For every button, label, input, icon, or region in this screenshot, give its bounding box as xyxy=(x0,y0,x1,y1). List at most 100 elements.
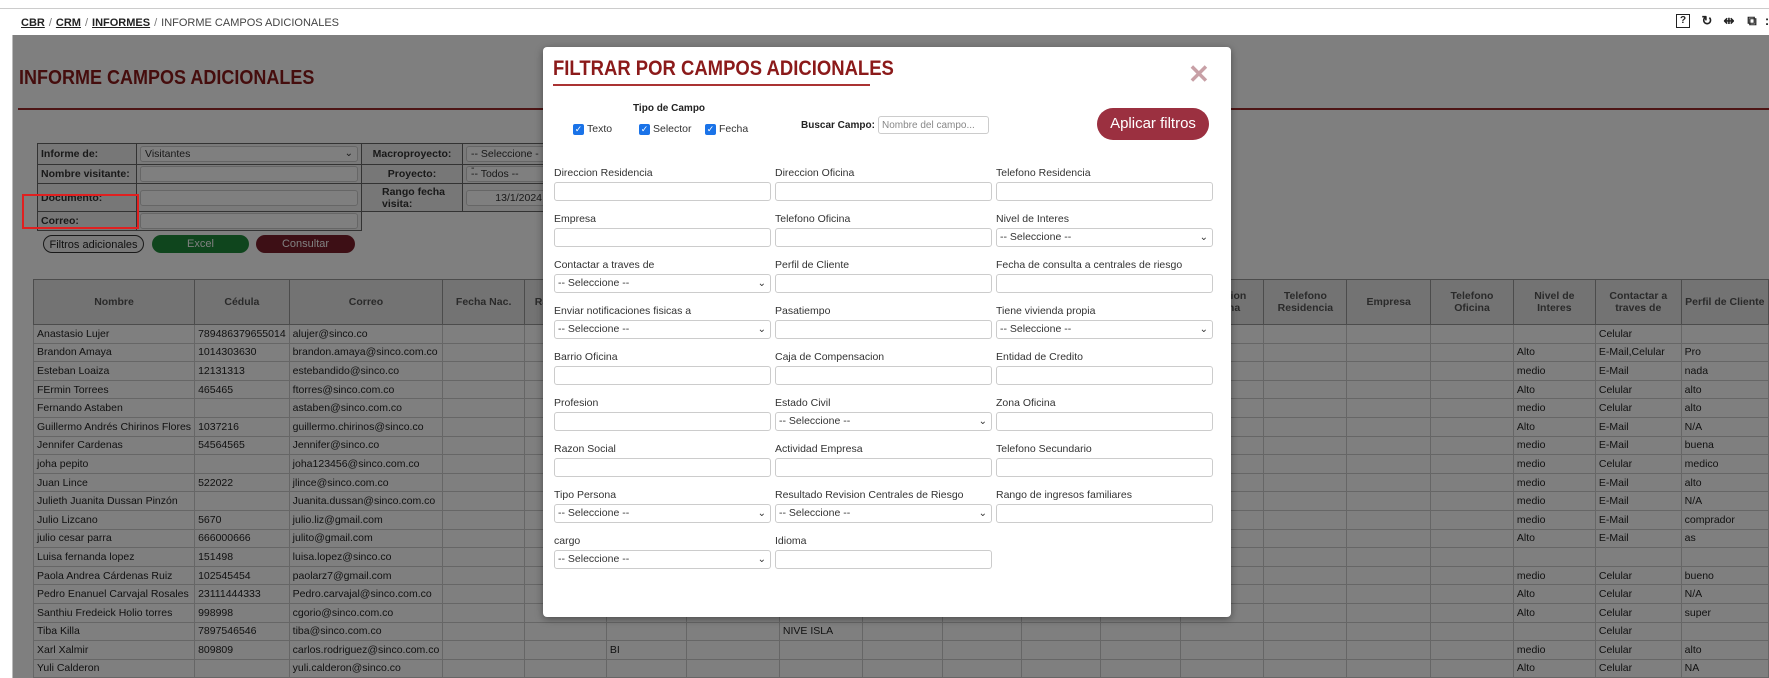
chevron-down-icon: ⌄ xyxy=(1199,324,1208,335)
chevron-down-icon: ⌄ xyxy=(978,416,987,427)
split-icon[interactable]: ⇹ xyxy=(1722,14,1736,28)
field-label: Pasatiempo xyxy=(775,305,831,317)
field-select[interactable]: -- Seleccione -- ⌄ xyxy=(554,550,771,569)
field-label: Empresa xyxy=(554,213,597,225)
breadcrumb-current: INFORME CAMPOS ADICIONALES xyxy=(161,17,340,29)
field-label: Direccion Residencia xyxy=(554,167,653,179)
select-value: -- Seleccione -- xyxy=(1000,323,1072,335)
breadcrumb-crm[interactable]: CRM xyxy=(56,17,81,29)
chevron-down-icon: ⌄ xyxy=(757,324,766,335)
field-label: Enviar notificaciones fisicas a xyxy=(554,305,692,317)
field-input[interactable] xyxy=(996,504,1213,523)
chevron-down-icon: ⌄ xyxy=(978,508,987,519)
field-input[interactable] xyxy=(996,182,1213,201)
field-label: Tiene vivienda propia xyxy=(996,305,1096,317)
tipo-campo-label: Tipo de Campo xyxy=(633,103,706,114)
field-input[interactable] xyxy=(775,458,992,477)
field-input[interactable] xyxy=(775,366,992,385)
field-label: Estado Civil xyxy=(775,397,831,409)
help-icon[interactable]: ? xyxy=(1676,14,1690,28)
field-label: Caja de Compensacion xyxy=(775,351,885,363)
select-value: -- Seleccione -- xyxy=(558,323,630,335)
field-label: Rango de ingresos familiares xyxy=(996,489,1132,501)
chevron-down-icon: ⌄ xyxy=(757,508,766,519)
breadcrumb: CBR / CRM / INFORMES / INFORME CAMPOS ADICIONA… xyxy=(21,17,339,29)
breadcrumb-informes[interactable]: INFORMES xyxy=(92,17,150,29)
buscar-campo-input[interactable]: Nombre del campo... xyxy=(878,116,989,134)
field-input[interactable] xyxy=(554,228,771,247)
checkbox-fecha[interactable]: ✓ Fecha xyxy=(705,123,748,135)
field-select[interactable]: -- Seleccione -- ⌄ xyxy=(554,274,771,293)
breadcrumb-separator: / xyxy=(154,17,158,29)
field-label: Entidad de Credito xyxy=(996,351,1083,363)
field-select[interactable]: -- Seleccione -- ⌄ xyxy=(775,412,992,431)
checkbox-checked-icon: ✓ xyxy=(573,123,584,135)
field-input[interactable] xyxy=(554,458,771,477)
chevron-down-icon: ⌄ xyxy=(757,554,766,565)
checkbox-texto[interactable]: ✓ Texto xyxy=(573,123,612,135)
buscar-campo-label: Buscar Campo: xyxy=(801,120,875,131)
filter-modal: FILTRAR POR CAMPOS ADICIONALES ✕ Tipo de… xyxy=(543,47,1231,617)
field-label: Resultado Revision Centrales de Riesgo xyxy=(775,489,964,501)
field-label: Telefono Residencia xyxy=(996,167,1091,179)
chevron-down-icon: ⌄ xyxy=(1199,232,1208,243)
field-label: Fecha de consulta a centrales de riesgo xyxy=(996,259,1183,271)
field-label: Profesion xyxy=(554,397,599,409)
chevron-down-icon: ⌄ xyxy=(757,278,766,289)
field-label: Barrio Oficina xyxy=(554,351,618,363)
more-icon[interactable]: : xyxy=(1764,14,1769,28)
breadcrumb-separator: / xyxy=(84,17,89,29)
select-value: -- Seleccione -- xyxy=(558,553,630,565)
field-select[interactable]: -- Seleccione -- ⌄ xyxy=(554,320,771,339)
field-label: Contactar a traves de xyxy=(554,259,655,271)
checkbox-label: Fecha xyxy=(719,123,749,135)
close-icon[interactable]: ✕ xyxy=(1188,61,1210,87)
field-input[interactable] xyxy=(554,366,771,385)
field-label: Direccion Oficina xyxy=(775,167,855,179)
highlight-box xyxy=(22,194,139,229)
refresh-icon[interactable]: ↻ xyxy=(1700,14,1714,28)
field-label: Telefono Secundario xyxy=(996,443,1092,455)
field-label: Telefono Oficina xyxy=(775,213,851,225)
field-input[interactable] xyxy=(554,412,771,431)
field-input[interactable] xyxy=(775,320,992,339)
checkbox-checked-icon: ✓ xyxy=(705,123,716,135)
field-select[interactable]: -- Seleccione -- ⌄ xyxy=(554,504,771,523)
field-input[interactable] xyxy=(775,274,992,293)
aplicar-filtros-button[interactable]: Aplicar filtros xyxy=(1097,108,1209,140)
field-select[interactable]: -- Seleccione -- ⌄ xyxy=(775,504,992,523)
field-input[interactable] xyxy=(775,550,992,569)
select-value: -- Seleccione -- xyxy=(1000,231,1072,243)
field-input[interactable] xyxy=(996,458,1213,477)
modal-title-divider xyxy=(553,84,870,86)
field-input[interactable] xyxy=(996,366,1213,385)
field-label: Zona Oficina xyxy=(996,397,1056,409)
field-select[interactable]: -- Seleccione -- ⌄ xyxy=(996,228,1213,247)
top-border xyxy=(0,8,1769,9)
field-label: Razon Social xyxy=(554,443,616,455)
modal-title: FILTRAR POR CAMPOS ADICIONALES xyxy=(553,57,894,80)
field-label: Perfil de Cliente xyxy=(775,259,850,271)
checkbox-checked-icon: ✓ xyxy=(639,123,650,135)
breadcrumb-separator: / xyxy=(48,17,52,29)
field-input[interactable] xyxy=(996,274,1213,293)
checkbox-selector[interactable]: ✓ Selector xyxy=(639,123,692,135)
select-value: -- Seleccione -- xyxy=(779,507,851,519)
field-label: cargo xyxy=(554,535,581,547)
checkbox-label: Texto xyxy=(587,123,613,135)
field-input[interactable] xyxy=(775,228,992,247)
field-select[interactable]: -- Seleccione -- ⌄ xyxy=(996,320,1213,339)
field-label: Actividad Empresa xyxy=(775,443,863,455)
field-input[interactable] xyxy=(775,182,992,201)
checkbox-label: Selector xyxy=(653,123,692,135)
window-icon[interactable]: ⧉ xyxy=(1745,14,1759,28)
select-value: -- Seleccione -- xyxy=(558,507,630,519)
select-value: -- Seleccione -- xyxy=(779,415,851,427)
field-label: Tipo Persona xyxy=(554,489,617,501)
field-input[interactable] xyxy=(996,412,1213,431)
breadcrumb-cbr[interactable]: CBR xyxy=(21,17,45,29)
field-input[interactable] xyxy=(554,182,771,201)
field-label: Idioma xyxy=(775,535,807,547)
select-value: -- Seleccione -- xyxy=(558,277,630,289)
field-label: Nivel de Interes xyxy=(996,213,1069,225)
